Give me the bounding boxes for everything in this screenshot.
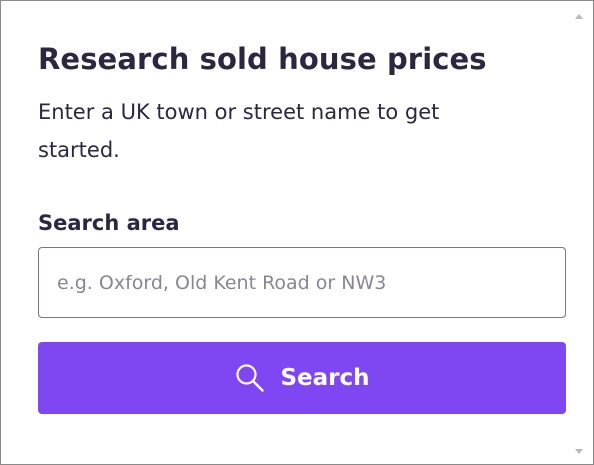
scroll-up-arrow-icon[interactable]: [575, 14, 583, 19]
search-area-label: Search area: [38, 211, 180, 235]
search-card: Research sold house prices Enter a UK to…: [0, 0, 594, 465]
page-title: Research sold house prices: [38, 42, 487, 76]
search-icon: [234, 362, 266, 394]
page-description: Enter a UK town or street name to get st…: [38, 100, 440, 162]
search-form: Research sold house prices Enter a UK to…: [38, 39, 566, 414]
search-button[interactable]: Search: [38, 342, 566, 414]
scroll-down-arrow-icon[interactable]: [575, 449, 583, 454]
search-button-label: Search: [280, 365, 370, 391]
search-area-input[interactable]: [38, 247, 566, 318]
